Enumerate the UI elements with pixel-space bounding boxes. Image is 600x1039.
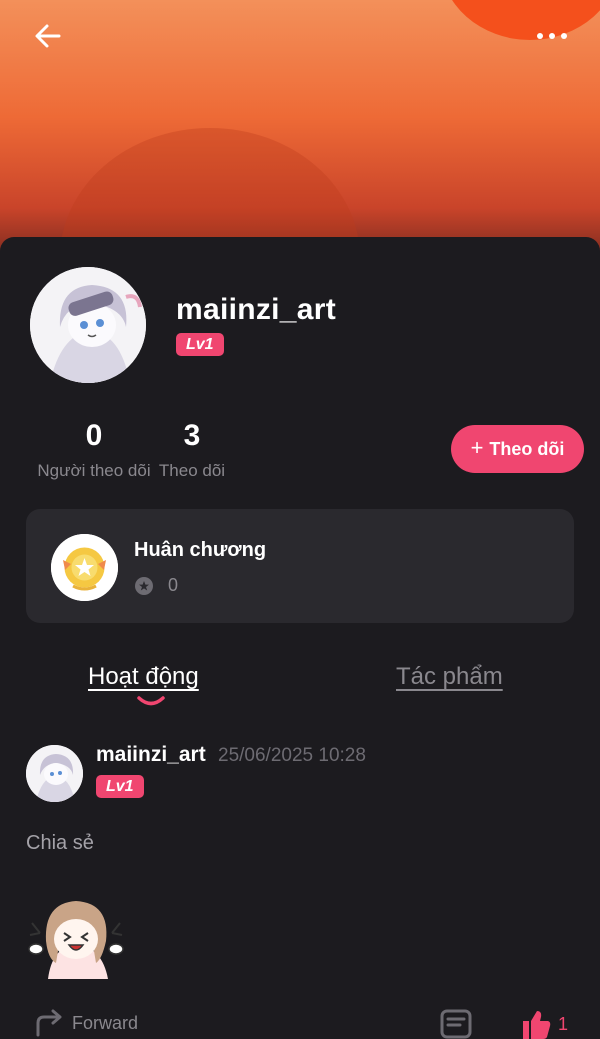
forward-icon <box>36 1009 62 1037</box>
profile-card: maiinzi_art Lv1 0 Người theo dõi 3 Theo … <box>0 237 600 1039</box>
medal-icon <box>51 534 118 601</box>
arrow-left-icon <box>35 24 61 48</box>
medals-card[interactable]: Huân chương 0 <box>26 509 574 623</box>
level-badge: Lv1 <box>176 333 224 356</box>
medal-small-icon <box>135 576 153 595</box>
following-count: 3 <box>183 419 201 452</box>
followers-label: Người theo dõi <box>37 461 151 480</box>
medals-count-row: 0 <box>134 575 178 596</box>
post-level-badge: Lv1 <box>96 775 144 798</box>
back-button[interactable] <box>30 18 66 54</box>
medals-count: 0 <box>168 575 179 595</box>
post-timestamp: 25/06/2025 10:28 <box>218 745 366 766</box>
medals-title: Huân chương <box>134 539 267 561</box>
profile-banner <box>0 0 600 260</box>
more-options-button[interactable] <box>532 22 572 50</box>
like-count: 1 <box>558 1013 569 1034</box>
sticker-image <box>28 901 124 979</box>
post-author-name[interactable]: maiinzi_art <box>96 743 206 767</box>
post-text: Chia sẻ <box>26 832 94 854</box>
profile-username: maiinzi_art <box>176 293 337 326</box>
more-horizontal-icon <box>537 33 543 39</box>
active-tab-indicator <box>137 696 165 706</box>
banner-decoration <box>440 0 600 40</box>
following-stat[interactable]: 3 Theo dõi <box>156 419 228 481</box>
avatar-illustration <box>30 267 146 383</box>
followers-count: 0 <box>85 419 103 452</box>
post-author-avatar[interactable] <box>26 745 83 802</box>
follow-button[interactable]: + Theo dõi <box>451 425 584 473</box>
follow-button-label: Theo dõi <box>489 438 565 459</box>
forward-button[interactable]: Forward <box>34 1009 138 1037</box>
forward-label: Forward <box>72 1012 139 1033</box>
tab-activity[interactable]: Hoạt động <box>88 663 199 691</box>
avatar[interactable] <box>30 267 146 383</box>
plus-icon: + <box>470 435 484 460</box>
followers-stat[interactable]: 0 Người theo dõi <box>32 419 156 481</box>
tab-works[interactable]: Tác phẩm <box>396 663 503 691</box>
following-label: Theo dõi <box>158 461 226 480</box>
